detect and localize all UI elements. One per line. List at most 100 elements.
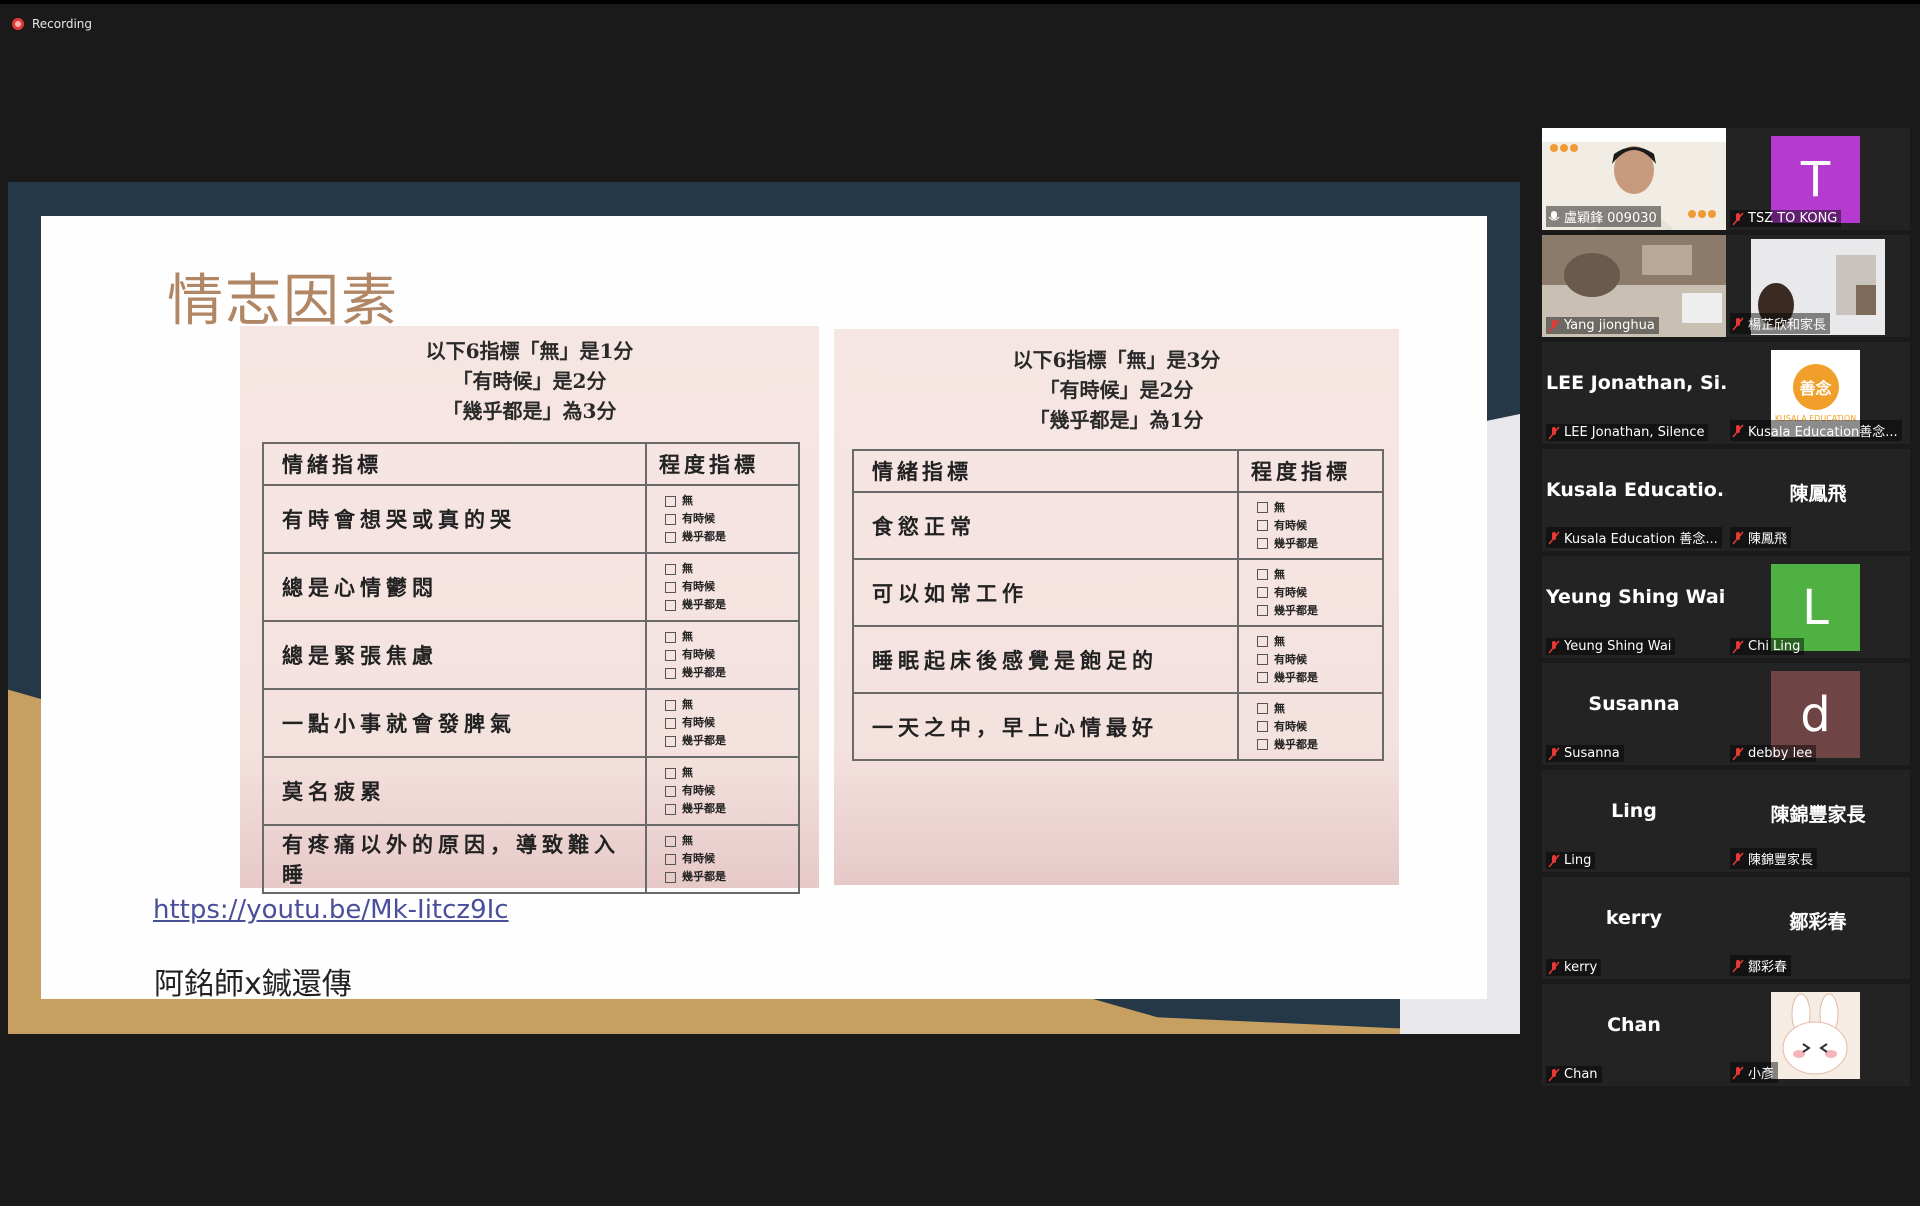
mic-muted-icon: [1548, 640, 1560, 653]
participant-display-name: Kusala Educatio...: [1546, 479, 1726, 501]
participant-tile[interactable]: Chan Chan: [1542, 984, 1726, 1086]
participant-tile-active-speaker[interactable]: 盧穎鋒 009030: [1542, 128, 1726, 230]
right-instructions: 以下6指標「無」是3分 「有時候」是2分 「幾乎都是」為1分: [834, 345, 1399, 435]
participant-name-label: Kusala Education 善念...: [1546, 527, 1722, 548]
table-row: 有時會想哭或真的哭無有時候 幾乎都是: [262, 484, 800, 554]
checkbox-icon: [1257, 721, 1268, 732]
degree-options: 無有時候 幾乎都是: [645, 484, 800, 554]
checkbox-icon: [665, 531, 676, 543]
participant-display-name: Chan: [1607, 1014, 1661, 1036]
table-row: 食慾正常無有時候 幾乎都是: [852, 491, 1384, 560]
mic-muted-icon: [1548, 854, 1560, 867]
checkbox-icon: [665, 853, 676, 865]
participant-tile[interactable]: LEE Jonathan, Si... LEE Jonathan, Silenc…: [1542, 342, 1726, 444]
participant-tile[interactable]: Ling Ling: [1542, 770, 1726, 872]
participant-name-label: Yang jionghua: [1546, 317, 1659, 334]
participant-name: TSZ TO KONG: [1748, 211, 1838, 226]
participant-name: kerry: [1564, 960, 1598, 975]
pin-icon: [1548, 210, 1560, 220]
slide-title: 情志因素: [167, 269, 399, 334]
option-label: 有時候: [682, 716, 715, 729]
participant-tile[interactable]: 楊芷欣和家長: [1726, 235, 1910, 337]
participant-name-label: TSZ TO KONG: [1730, 210, 1842, 227]
option-label: 無: [682, 698, 693, 711]
participant-tile[interactable]: T TSZ TO KONG: [1726, 128, 1910, 230]
participant-name: debby lee: [1748, 746, 1813, 761]
participant-tile[interactable]: Yeung Shing Wai Yeung Shing Wai: [1542, 556, 1726, 658]
mic-muted-icon: [1732, 640, 1744, 653]
participant-display-name: kerry: [1605, 907, 1663, 929]
option-label: 幾乎都是: [1274, 670, 1318, 684]
indicator-text: 總是心情鬱悶: [262, 552, 647, 622]
option-sometimes: 有時候: [665, 782, 797, 800]
participant-tile[interactable]: Kusala Educatio... Kusala Education 善念..…: [1542, 449, 1726, 551]
option-sometimes: 有時候: [665, 714, 797, 732]
mic-muted-icon: [1732, 1066, 1744, 1079]
checkbox-icon: [1257, 703, 1268, 714]
option-label: 無: [1274, 500, 1285, 514]
header-indicator: 情緒指標: [262, 442, 647, 486]
participant-name-label: debby lee: [1730, 745, 1817, 762]
option-label: 無: [682, 494, 693, 507]
checkbox-icon: [665, 649, 676, 661]
option-almost-always: 幾乎都是: [665, 528, 797, 546]
participant-name-label: Susanna: [1546, 745, 1624, 762]
participant-name: 陳鳳飛: [1748, 532, 1788, 547]
option-sometimes: 有時候: [665, 510, 797, 528]
mic-muted-icon: [1732, 852, 1744, 865]
recording-indicator[interactable]: Recording: [12, 17, 92, 31]
option-sometimes: 有時候: [1257, 651, 1381, 669]
participant-tile[interactable]: 鄒彩春 鄒彩春: [1726, 877, 1910, 979]
checkbox-icon: [665, 735, 676, 747]
participant-tile[interactable]: Yang jionghua: [1542, 235, 1726, 337]
participant-tile[interactable]: kerry kerry: [1542, 877, 1726, 979]
checkbox-icon: [1257, 587, 1268, 598]
participant-tile[interactable]: d debby lee: [1726, 663, 1910, 765]
youtube-link[interactable]: https://youtu.be/Mk-Iitcz9Ic: [153, 895, 509, 925]
checkbox-icon: [1257, 538, 1268, 549]
checkbox-icon: [1257, 654, 1268, 665]
participant-name-label: Kusala Education善念...: [1730, 420, 1902, 441]
participant-name-label: kerry: [1546, 959, 1602, 976]
checkbox-icon: [1257, 520, 1268, 531]
option-label: 幾乎都是: [1274, 536, 1318, 550]
option-none: 無: [1257, 499, 1381, 517]
checkbox-icon: [665, 717, 676, 729]
degree-options: 無有時候 幾乎都是: [1237, 625, 1384, 694]
option-almost-always: 幾乎都是: [1257, 602, 1381, 620]
option-none: 無: [665, 628, 797, 646]
instruction-line: 「有時候」是2分: [1039, 378, 1194, 402]
bunny-sticker-icon: [1771, 992, 1860, 1079]
mic-muted-icon: [1732, 959, 1744, 972]
degree-options: 無有時候 幾乎都是: [1237, 558, 1384, 627]
left-indicator-table: 情緒指標 程度指標 有時會想哭或真的哭無有時候 幾乎都是 總是心情鬱悶無有時候 幾乎…: [262, 442, 800, 894]
checkbox-icon: [665, 599, 676, 611]
participant-name: Yang jionghua: [1564, 318, 1655, 333]
table-row: 莫名疲累無有時候 幾乎都是: [262, 756, 800, 826]
participant-tile[interactable]: 陳錦豐家長 陳錦豐家長: [1726, 770, 1910, 872]
checkbox-icon: [1257, 569, 1268, 580]
participant-tile[interactable]: Susanna Susanna: [1542, 663, 1726, 765]
table-header-row: 情緒指標 程度指標: [852, 449, 1384, 493]
participant-tile[interactable]: L Chi Ling: [1726, 556, 1910, 658]
participant-tile[interactable]: 小彥: [1726, 984, 1910, 1086]
table-row: 總是緊張焦慮無有時候 幾乎都是: [262, 620, 800, 690]
checkbox-icon: [665, 581, 676, 593]
participant-name-label: 小彥: [1730, 1062, 1779, 1083]
participant-name: 盧穎鋒 009030: [1564, 211, 1657, 226]
option-none: 無: [665, 492, 797, 510]
participant-name: Chan: [1564, 1067, 1598, 1082]
option-sometimes: 有時候: [1257, 517, 1381, 535]
participant-display-name: Susanna: [1588, 693, 1680, 715]
table-row: 一點小事就會發脾氣無有時候 幾乎都是: [262, 688, 800, 758]
participant-tile[interactable]: 陳鳳飛 陳鳳飛: [1726, 449, 1910, 551]
degree-options: 無有時候 幾乎都是: [645, 552, 800, 622]
participant-tile[interactable]: 善念 KUSALA EDUCATION Kusala Education善念..…: [1726, 342, 1910, 444]
mic-muted-icon: [1732, 317, 1744, 330]
slide-subtitle: 阿銘師x鍼還傳: [154, 967, 352, 1002]
option-label: 幾乎都是: [1274, 737, 1318, 751]
participant-name: 楊芷欣和家長: [1748, 318, 1827, 333]
participant-display-name: Ling: [1611, 800, 1657, 822]
option-label: 有時候: [1274, 518, 1307, 532]
option-label: 有時候: [1274, 719, 1307, 733]
